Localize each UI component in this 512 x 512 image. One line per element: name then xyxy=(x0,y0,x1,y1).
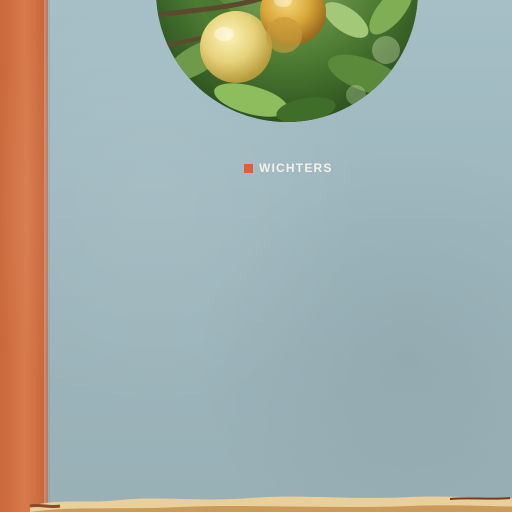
section-heading: WICHTERS xyxy=(244,161,333,175)
heading-label: WICHTERS xyxy=(259,161,333,175)
fruit-photo-circle xyxy=(156,0,418,122)
pastry-crust-image xyxy=(30,496,512,512)
fruit-branch-image xyxy=(156,0,418,122)
page: WICHTERS xyxy=(0,0,512,512)
book-spine xyxy=(0,0,48,512)
spine-edge xyxy=(44,0,50,512)
accent-square-icon xyxy=(244,163,253,173)
